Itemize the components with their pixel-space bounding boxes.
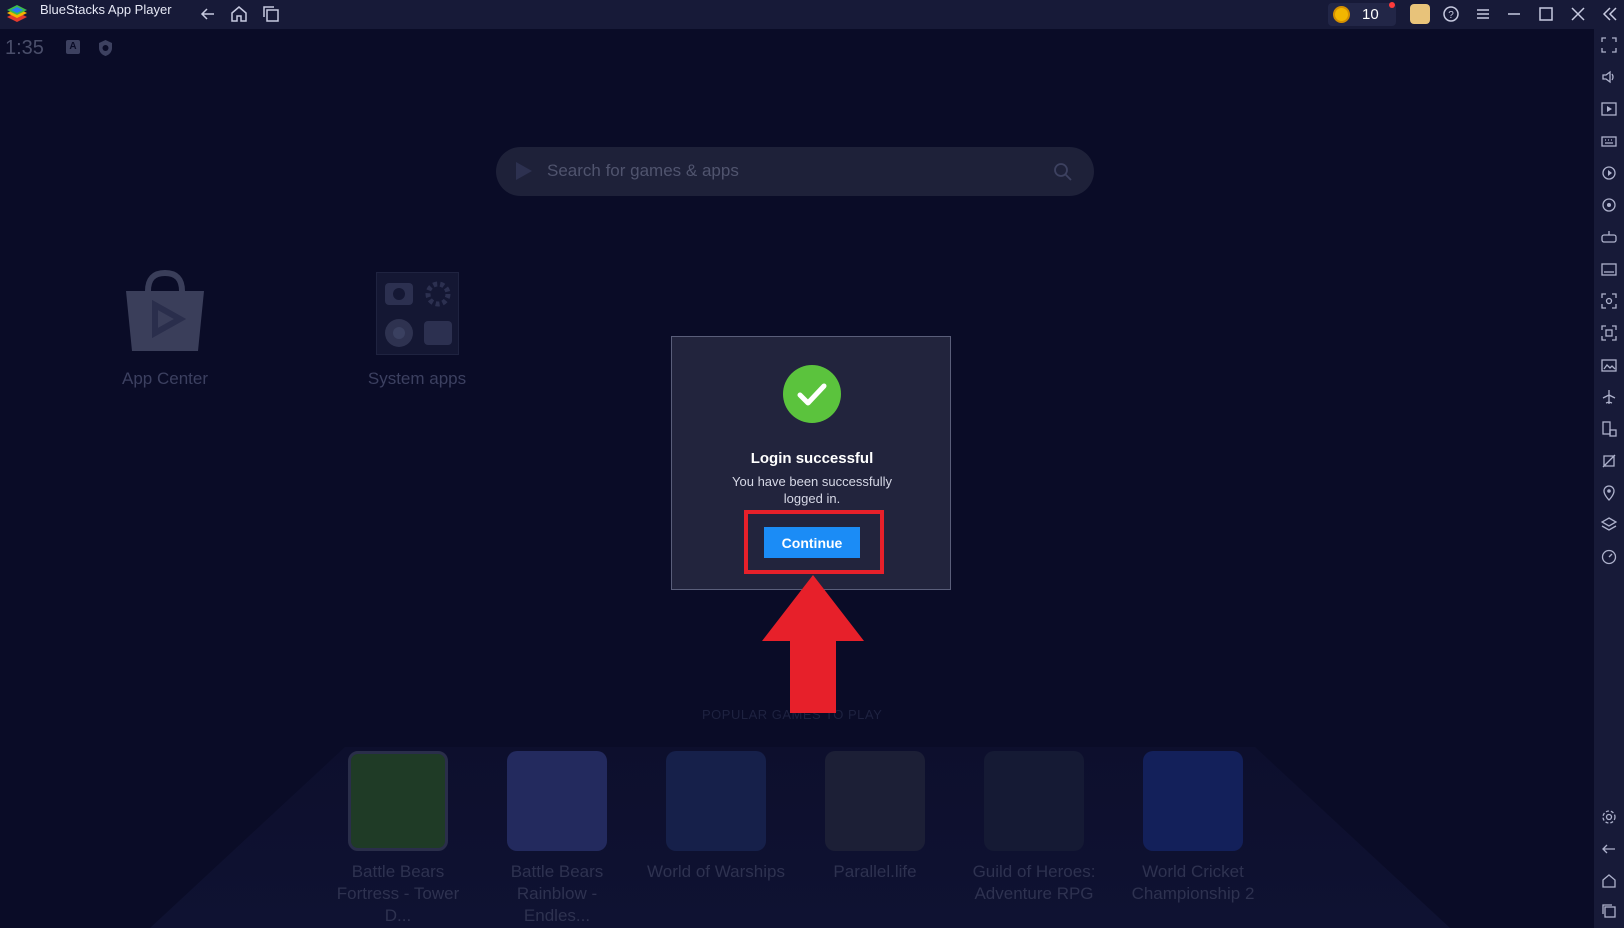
game-label-parallel-life: Parallel.life: [833, 862, 917, 881]
android-back-icon[interactable]: [1601, 841, 1617, 857]
game-tile-battle-bears-rainblow[interactable]: [507, 751, 607, 851]
airplane-icon[interactable]: [1601, 389, 1617, 405]
gamepad-icon[interactable]: [1601, 229, 1617, 245]
search-placeholder: Search for games & apps: [547, 161, 739, 180]
video-record-icon[interactable]: [1601, 325, 1617, 341]
system-apps-icons: [385, 281, 452, 347]
system-apps-label: System apps: [367, 369, 467, 388]
apk-icon[interactable]: [1601, 261, 1617, 277]
game-label-battle-bears-rainblow: Battle Bears Rainblow - Endles...: [510, 862, 604, 925]
system-apps-folder[interactable]: [376, 272, 459, 355]
search-icon[interactable]: [1053, 162, 1073, 182]
app-center-icon[interactable]: [122, 269, 208, 353]
game-tile-world-cricket-championship-2[interactable]: [1143, 751, 1243, 851]
close-icon[interactable]: [1568, 4, 1588, 24]
coins-button[interactable]: 10: [1328, 3, 1396, 26]
game-tile-parallel-life[interactable]: [825, 751, 925, 851]
help-icon[interactable]: ?: [1441, 4, 1461, 24]
macro-icon[interactable]: [1601, 165, 1617, 181]
avatar[interactable]: [1410, 4, 1430, 24]
title-bar: BlueStacks App Player 10 ?: [0, 0, 1624, 29]
coin-icon: [1333, 6, 1350, 23]
multi-instance-icon[interactable]: [261, 4, 281, 24]
game-label-world-cricket-championship-2: World Cricket Championship 2: [1131, 862, 1255, 903]
game-label-battle-bears-fortress: Battle Bears Fortress - Tower D...: [336, 862, 460, 925]
game-tile-battle-bears-fortress[interactable]: [348, 751, 448, 851]
maximize-icon[interactable]: [1536, 4, 1556, 24]
minimize-icon[interactable]: [1504, 4, 1524, 24]
game-label-world-of-warships: World of Warships: [647, 862, 785, 881]
settings-icon[interactable]: [1601, 809, 1617, 825]
dialog-title: Login successful: [750, 450, 874, 467]
search-bar[interactable]: Search for games & apps: [496, 147, 1094, 196]
arrow-up-icon: [762, 575, 864, 713]
collapse-sidebar-icon[interactable]: [1600, 4, 1620, 24]
bluestacks-logo-icon: [7, 5, 27, 22]
home-icon[interactable]: [229, 4, 249, 24]
location-icon[interactable]: [1601, 485, 1617, 501]
game-tile-world-of-warships[interactable]: [666, 751, 766, 851]
svg-text:?: ?: [1448, 10, 1454, 21]
fullscreen-icon[interactable]: [1601, 37, 1617, 53]
keyboard-icon[interactable]: [1601, 133, 1617, 149]
menu-icon[interactable]: [1473, 4, 1493, 24]
game-tile-guild-of-heroes[interactable]: [984, 751, 1084, 851]
status-time: 1:35: [5, 37, 44, 59]
play-store-icon: [516, 162, 532, 180]
screenshot-icon[interactable]: [1601, 293, 1617, 309]
android-recents-icon[interactable]: [1601, 903, 1617, 919]
shield-icon: [99, 40, 112, 56]
coin-count: 10: [1362, 6, 1379, 23]
screen-record-icon[interactable]: [1601, 101, 1617, 117]
app-center-label: App Center: [122, 369, 208, 388]
dialog-message: You have been successfully logged in.: [732, 474, 892, 506]
layers-icon[interactable]: [1601, 517, 1617, 533]
performance-icon[interactable]: [1601, 549, 1617, 565]
notification-dot: [1389, 2, 1395, 8]
success-check-icon: [783, 365, 841, 423]
app-title: BlueStacks App Player: [40, 2, 172, 17]
continue-highlight-box: [744, 510, 884, 574]
right-sidebar: [1594, 29, 1624, 928]
volume-icon[interactable]: [1601, 69, 1617, 85]
sync-icon[interactable]: [1601, 197, 1617, 213]
game-label-guild-of-heroes: Guild of Heroes: Adventure RPG: [972, 862, 1096, 903]
a-notification-icon: A: [66, 40, 80, 54]
eco-mode-icon[interactable]: [1601, 453, 1617, 469]
android-home-icon[interactable]: [1601, 873, 1617, 889]
back-icon[interactable]: [198, 4, 218, 24]
media-manager-icon[interactable]: [1601, 357, 1617, 373]
rotate-icon[interactable]: [1601, 421, 1617, 437]
